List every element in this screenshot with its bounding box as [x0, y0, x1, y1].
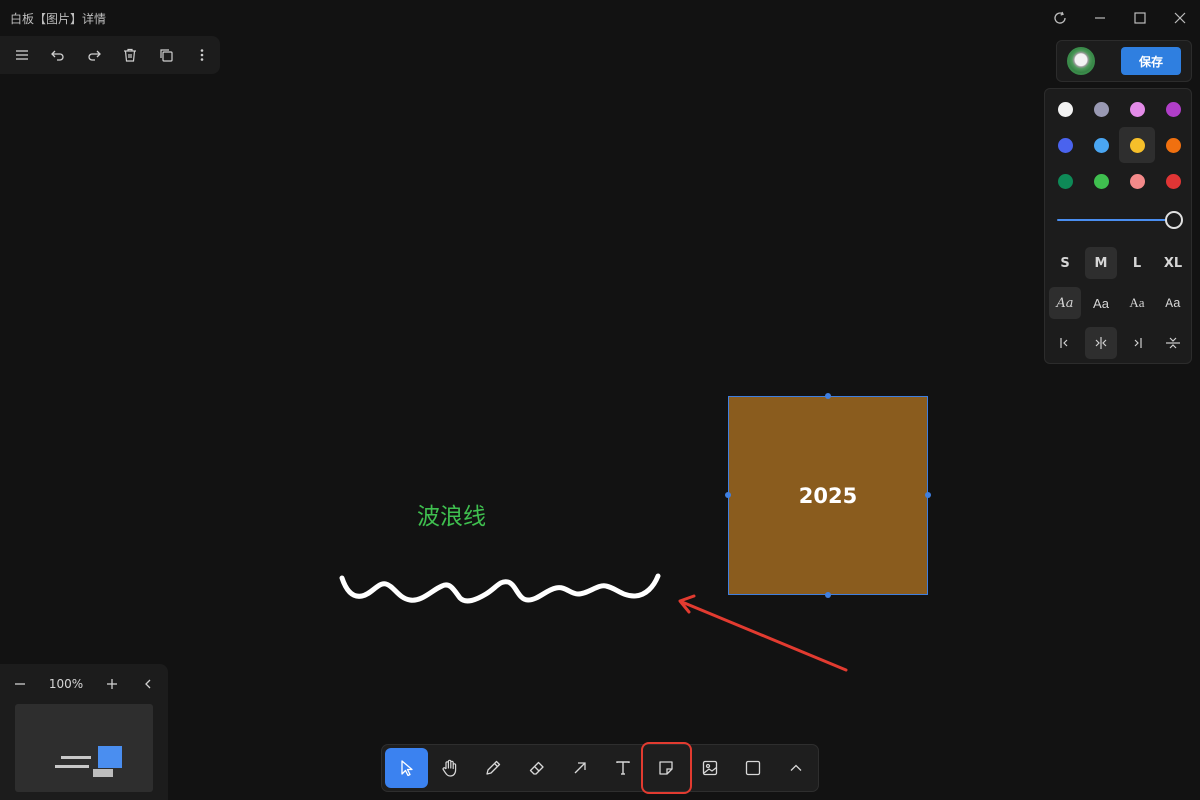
chevron-up-icon[interactable] — [775, 748, 818, 788]
color-dot — [1057, 173, 1073, 189]
minimize-icon[interactable] — [1080, 0, 1120, 36]
menu-icon[interactable] — [4, 36, 40, 74]
color-dot — [1093, 101, 1109, 117]
color-dot — [1057, 137, 1073, 153]
color-swatch[interactable] — [1047, 127, 1083, 163]
title-bar: 白板【图片】详情 — [0, 0, 1200, 36]
font-options: Aa Aa Aa Aa — [1047, 287, 1191, 319]
minimap-wave — [55, 765, 89, 768]
undo-icon[interactable] — [40, 36, 76, 74]
size-xl-button[interactable]: XL — [1157, 247, 1189, 279]
color-dot — [1165, 137, 1181, 153]
rectangle-icon[interactable] — [731, 748, 774, 788]
color-dot — [1165, 101, 1181, 117]
color-swatch[interactable] — [1119, 127, 1155, 163]
size-l-button[interactable]: L — [1121, 247, 1153, 279]
minimap-wave-label — [61, 756, 91, 759]
font-sans-button[interactable]: Aa — [1085, 287, 1117, 319]
color-swatch[interactable] — [1083, 91, 1119, 127]
selection-handle-right[interactable] — [925, 492, 931, 498]
opacity-slider[interactable] — [1057, 210, 1183, 230]
bottom-toolbar — [381, 742, 819, 794]
more-icon[interactable] — [184, 36, 220, 74]
distribute-vertical-icon[interactable] — [1157, 327, 1189, 359]
close-icon[interactable] — [1160, 0, 1200, 36]
zoom-level[interactable]: 100% — [40, 677, 92, 691]
color-swatch[interactable] — [1155, 91, 1191, 127]
color-dot — [1093, 173, 1109, 189]
arrow-icon[interactable] — [558, 748, 601, 788]
color-swatch[interactable] — [1119, 91, 1155, 127]
refresh-icon[interactable] — [1040, 0, 1080, 36]
font-serif-button[interactable]: Aa — [1121, 287, 1153, 319]
whiteboard-app: 白板【图片】详情 保存 S M L XL Aa Aa Aa Aa 波浪线 202… — [0, 0, 1200, 800]
color-swatch[interactable] — [1083, 163, 1119, 199]
text-icon[interactable] — [601, 748, 644, 788]
color-swatch[interactable] — [1119, 163, 1155, 199]
sticky-note[interactable]: 2025 — [728, 396, 928, 595]
sticky-note-icon[interactable] — [640, 742, 693, 794]
style-panel: S M L XL Aa Aa Aa Aa — [1044, 88, 1192, 364]
font-mono-button[interactable]: Aa — [1157, 287, 1189, 319]
minimap[interactable] — [15, 704, 153, 792]
color-swatch[interactable] — [1155, 127, 1191, 163]
minimap-sticky-note — [98, 746, 122, 768]
select-icon[interactable] — [385, 748, 429, 788]
zoom-bar: 100% — [0, 664, 168, 704]
sticky-note-text[interactable]: 2025 — [799, 484, 857, 508]
eraser-icon[interactable] — [515, 748, 558, 788]
color-swatches — [1047, 91, 1191, 199]
zoom-panel: 100% — [0, 664, 168, 800]
font-draw-button[interactable]: Aa — [1049, 287, 1081, 319]
color-dot — [1165, 173, 1181, 189]
color-swatch[interactable] — [1047, 91, 1083, 127]
color-dot — [1129, 101, 1145, 117]
zoom-in-icon[interactable] — [92, 664, 132, 704]
collapse-icon[interactable] — [132, 664, 164, 704]
redo-icon[interactable] — [76, 36, 112, 74]
minimap-viewport — [93, 769, 113, 777]
align-left-icon[interactable] — [1049, 327, 1081, 359]
image-icon[interactable] — [688, 748, 731, 788]
wave-label[interactable]: 波浪线 — [417, 497, 486, 531]
duplicate-icon[interactable] — [148, 36, 184, 74]
selection-handle-left[interactable] — [725, 492, 731, 498]
red-arrow-annotation — [678, 594, 848, 672]
align-right-icon[interactable] — [1121, 327, 1153, 359]
selection-handle-top[interactable] — [825, 393, 831, 399]
color-dot — [1057, 101, 1073, 117]
color-swatch[interactable] — [1155, 163, 1191, 199]
window-title: 白板【图片】详情 — [10, 11, 107, 26]
trash-icon[interactable] — [112, 36, 148, 74]
size-m-button[interactable]: M — [1085, 247, 1117, 279]
zoom-out-icon[interactable] — [0, 664, 40, 704]
color-dot — [1129, 173, 1145, 189]
color-dot — [1129, 137, 1145, 153]
size-options: S M L XL — [1047, 247, 1191, 279]
slider-thumb[interactable] — [1165, 211, 1183, 229]
top-toolbar — [0, 36, 220, 74]
header-panel: 保存 — [1056, 40, 1192, 82]
color-dot — [1093, 137, 1109, 153]
save-button[interactable]: 保存 — [1121, 47, 1181, 75]
align-center-icon[interactable] — [1085, 327, 1117, 359]
slider-track — [1057, 219, 1169, 221]
alignment-options — [1047, 327, 1191, 359]
window-controls — [1040, 0, 1200, 36]
size-s-button[interactable]: S — [1049, 247, 1081, 279]
color-swatch[interactable] — [1047, 163, 1083, 199]
color-swatch[interactable] — [1083, 127, 1119, 163]
avatar[interactable] — [1067, 47, 1095, 75]
maximize-icon[interactable] — [1120, 0, 1160, 36]
wavy-line[interactable] — [336, 568, 666, 612]
hand-icon[interactable] — [428, 748, 471, 788]
pencil-icon[interactable] — [472, 748, 515, 788]
